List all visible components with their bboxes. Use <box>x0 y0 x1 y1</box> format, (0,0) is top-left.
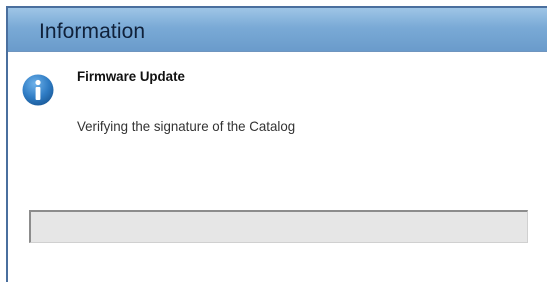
info-icon <box>22 74 54 106</box>
dialog-message: Verifying the signature of the Catalog <box>77 118 296 134</box>
dialog-heading: Firmware Update <box>77 68 185 84</box>
progress-bar <box>29 210 528 243</box>
information-dialog: Information Firmware Update Verifying th… <box>6 6 547 282</box>
dialog-title: Information <box>39 20 146 43</box>
dialog-titlebar: Information <box>8 8 547 52</box>
